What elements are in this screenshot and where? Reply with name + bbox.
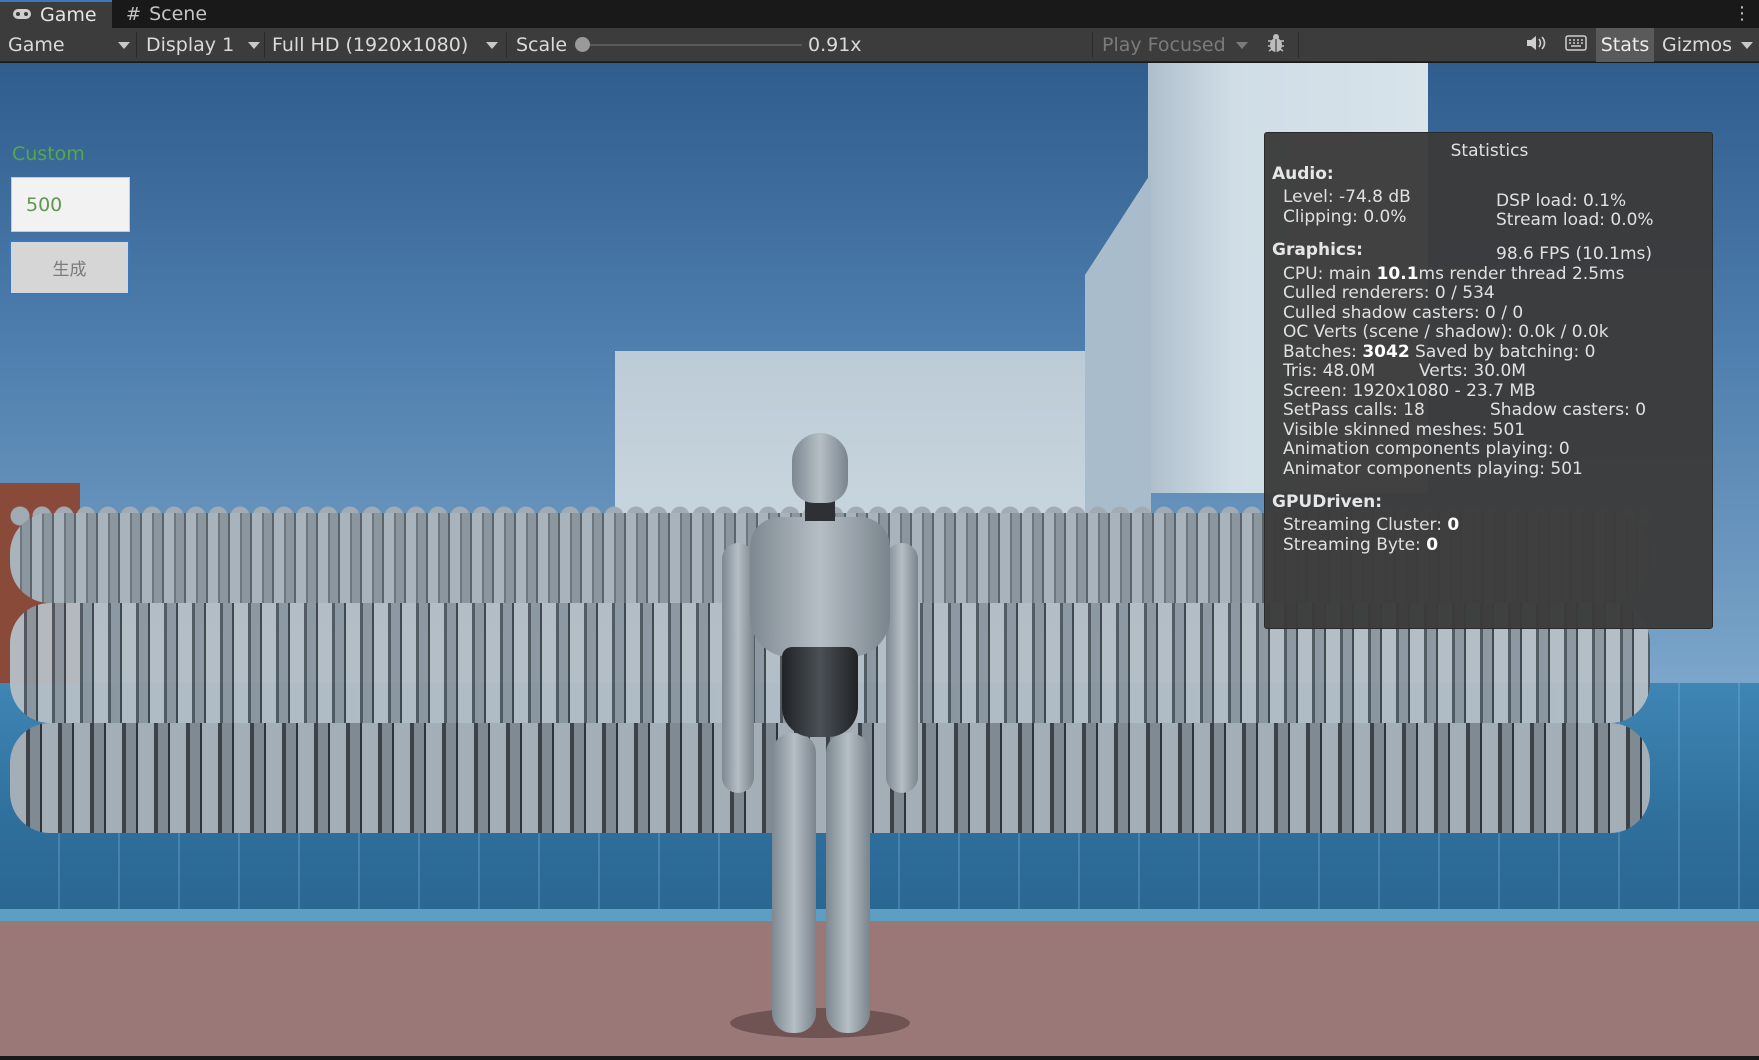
tab-game-label: Game — [40, 4, 97, 26]
editor-tab-bar: Game # Scene ⋮ — [0, 0, 1759, 28]
oc-verts: OC Verts (scene / shadow): 0.0k / 0.0k — [1283, 322, 1609, 342]
visible-skinned-meshes: Visible skinned meshes: 501 — [1283, 420, 1526, 440]
streaming-cluster-value: 0 — [1447, 515, 1460, 535]
streaming-cluster-label: Streaming Cluster: — [1283, 515, 1448, 535]
chevron-down-icon — [1236, 42, 1248, 49]
streaming-cluster: Streaming Cluster: 0 — [1283, 515, 1459, 535]
custom-label: Custom — [12, 143, 85, 165]
toolbar-divider — [136, 32, 137, 58]
verts-count: Verts: 30.0M — [1419, 361, 1526, 381]
resolution-dropdown[interactable]: Full HD (1920x1080) — [264, 28, 504, 62]
mute-audio-button[interactable] — [1516, 28, 1556, 62]
player-robot — [722, 433, 918, 1038]
play-mode-dropdown[interactable]: Play Focused — [1094, 28, 1254, 62]
audio-level: Level: -74.8 dB — [1283, 187, 1411, 207]
fps-readout: 98.6 FPS (10.1ms) — [1496, 244, 1653, 264]
robot-head — [792, 433, 848, 503]
hash-grid-icon: # — [126, 3, 142, 25]
speaker-icon — [1525, 34, 1547, 57]
batches-prefix: Batches: — [1283, 342, 1363, 362]
gamepad-icon — [12, 4, 32, 26]
toolbar-divider — [1092, 32, 1093, 58]
statistics-panel: Statistics Audio: Level: -74.8 dB Clippi… — [1264, 132, 1713, 629]
chevron-down-icon — [118, 42, 130, 49]
display-dropdown[interactable]: Display 1 — [138, 28, 266, 62]
gizmos-dropdown[interactable]: Gizmos — [1654, 28, 1759, 62]
tab-scene[interactable]: # Scene — [114, 0, 224, 28]
scale-slider-track[interactable] — [580, 44, 802, 46]
gizmos-label: Gizmos — [1662, 34, 1733, 56]
scale-label: Scale — [516, 34, 568, 56]
setpass-calls: SetPass calls: 18 — [1283, 400, 1425, 420]
tris-count: Tris: 48.0M — [1283, 361, 1376, 381]
batches-value: 3042 — [1362, 342, 1410, 362]
gpudriven-header: GPUDriven: — [1272, 492, 1383, 512]
streaming-byte-value: 0 — [1426, 535, 1439, 555]
game-view-dropdown[interactable]: Game — [0, 28, 136, 62]
batches: Batches: 3042 Saved by batching: 0 — [1283, 342, 1595, 362]
robot-right-arm — [886, 543, 918, 793]
shadow-casters: Shadow casters: 0 — [1490, 400, 1647, 420]
display-dropdown-label: Display 1 — [146, 34, 235, 56]
keyboard-icon — [1565, 34, 1587, 56]
audio-header: Audio: — [1272, 164, 1334, 184]
tab-game[interactable]: Game — [0, 0, 112, 28]
resolution-dropdown-label: Full HD (1920x1080) — [272, 34, 469, 56]
animation-components-playing: Animation components playing: 0 — [1283, 439, 1570, 459]
batches-suffix: Saved by batching: 0 — [1409, 342, 1596, 362]
robot-shadow — [730, 1008, 910, 1038]
stats-toggle-button[interactable]: Stats — [1596, 28, 1654, 62]
graphics-header: Graphics: — [1272, 240, 1363, 260]
cpu-timing: CPU: main 10.1ms render thread 2.5ms — [1283, 264, 1624, 284]
animator-components-playing: Animator components playing: 501 — [1283, 459, 1583, 479]
spawn-count-input[interactable]: 500 — [11, 177, 130, 232]
bug-icon — [1265, 32, 1287, 59]
streaming-byte: Streaming Byte: 0 — [1283, 535, 1438, 555]
cpu-prefix: CPU: main — [1283, 264, 1377, 284]
screen-info: Screen: 1920x1080 - 23.7 MB — [1283, 381, 1536, 401]
stream-load: Stream load: 0.0% — [1496, 210, 1654, 230]
chevron-down-icon — [248, 42, 260, 49]
cpu-suffix: ms render thread 2.5ms — [1418, 264, 1625, 284]
toolbar-divider — [1298, 32, 1299, 58]
chevron-down-icon — [486, 42, 498, 49]
game-view-dropdown-label: Game — [8, 34, 65, 56]
game-view-toolbar: Game Display 1 Full HD (1920x1080) Scale… — [0, 28, 1759, 62]
scale-value: 0.91x — [808, 34, 862, 56]
statistics-title: Statistics — [1450, 141, 1529, 161]
audio-clipping: Clipping: 0.0% — [1283, 207, 1407, 227]
tab-scene-label: Scene — [149, 3, 208, 25]
generate-button[interactable]: 生成 — [9, 240, 130, 295]
window-frame-bottom — [0, 1056, 1759, 1060]
culled-renderers: Culled renderers: 0 / 534 — [1283, 283, 1495, 303]
scale-slider-thumb[interactable] — [575, 37, 590, 52]
shortcuts-button[interactable] — [1558, 28, 1594, 62]
robot-right-leg — [826, 733, 870, 1033]
play-mode-dropdown-label: Play Focused — [1102, 34, 1226, 56]
streaming-byte-label: Streaming Byte: — [1283, 535, 1427, 555]
cpu-main-value: 10.1 — [1376, 264, 1419, 284]
toolbar-divider — [506, 32, 507, 58]
chevron-down-icon — [1741, 42, 1753, 49]
robot-torso — [750, 517, 890, 657]
debug-button[interactable] — [1256, 28, 1296, 62]
robot-waist — [782, 647, 858, 737]
dsp-load: DSP load: 0.1% — [1496, 191, 1627, 211]
game-viewport[interactable]: Custom 500 生成 Statistics Audio: Level: -… — [0, 63, 1759, 1056]
more-options-icon[interactable]: ⋮ — [1733, 3, 1751, 24]
culled-shadow-casters: Culled shadow casters: 0 / 0 — [1283, 303, 1524, 323]
robot-left-leg — [772, 733, 816, 1033]
